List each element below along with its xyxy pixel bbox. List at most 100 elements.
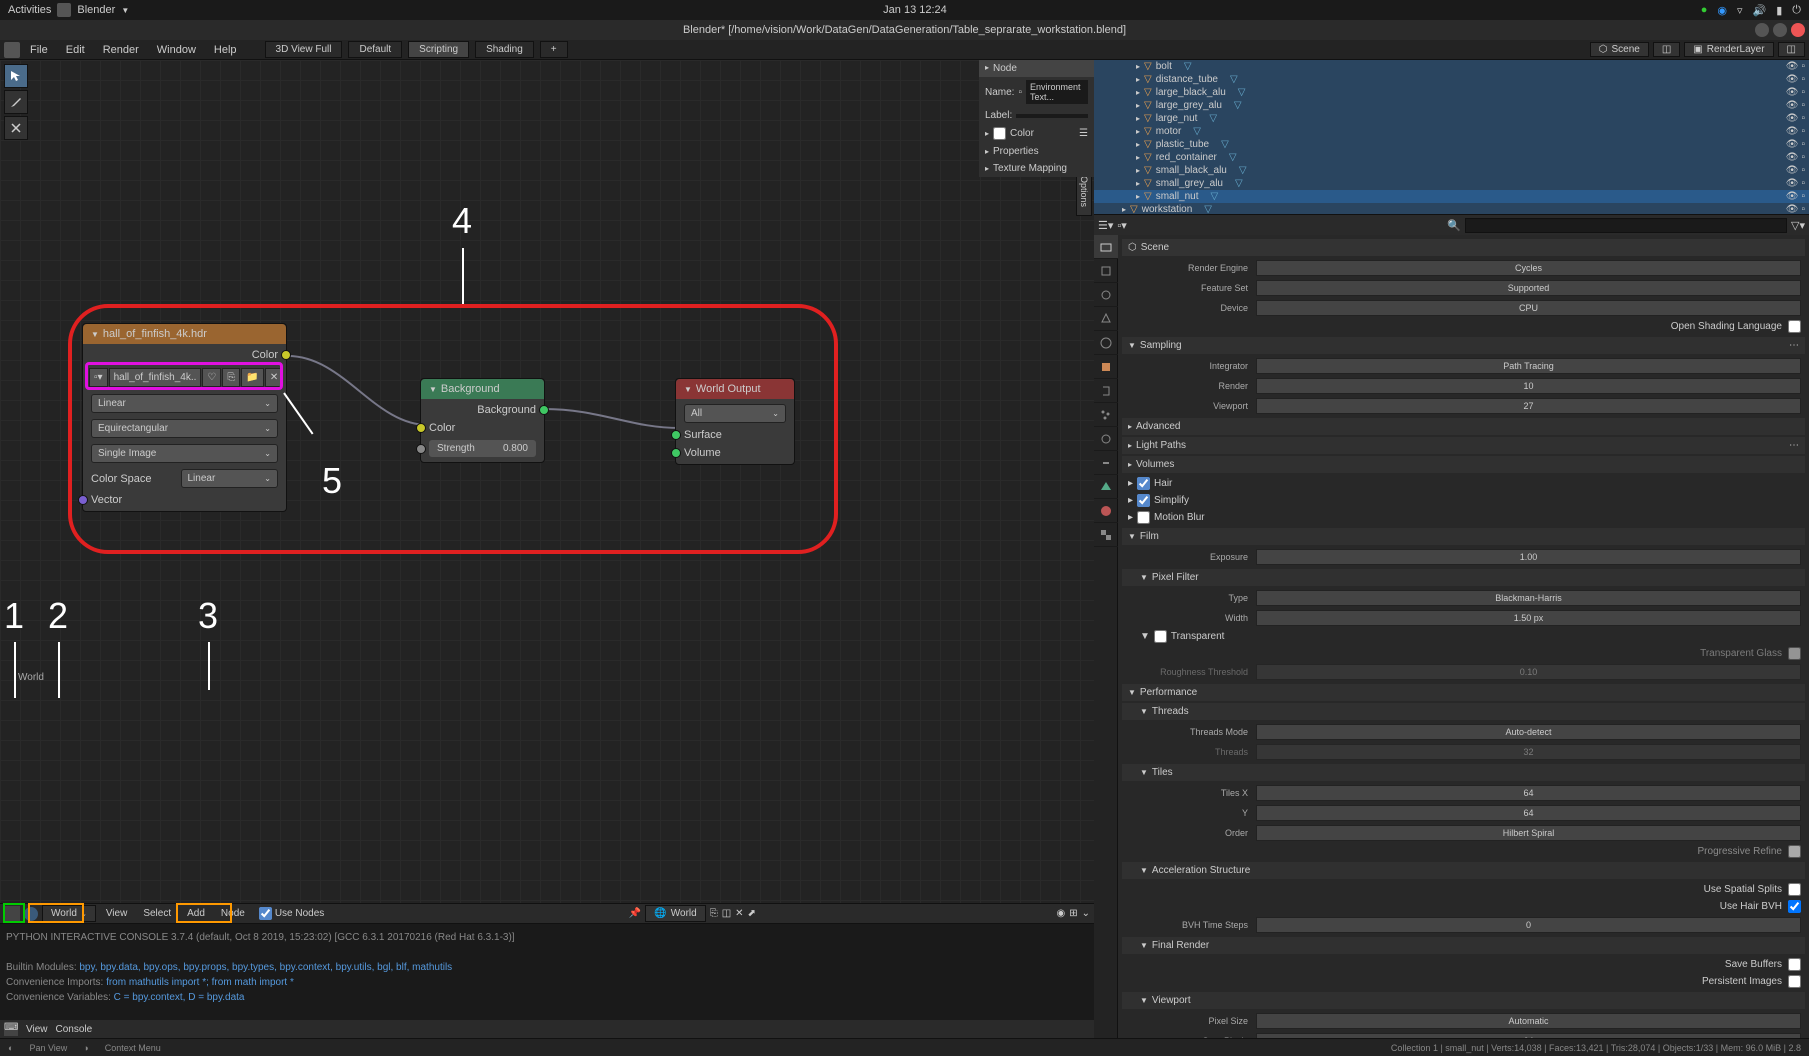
- section-viewport[interactable]: ▼Viewport: [1122, 992, 1805, 1009]
- scene-new[interactable]: ◫: [1653, 42, 1680, 57]
- os-time[interactable]: Jan 13 12:24: [883, 4, 947, 16]
- expand-icon[interactable]: ▸: [1136, 192, 1140, 201]
- power-icon[interactable]: ⏻: [1792, 4, 1801, 17]
- render-icon[interactable]: ▫: [1801, 178, 1805, 189]
- threads-field[interactable]: 32: [1256, 744, 1801, 760]
- render-samples-field[interactable]: 10: [1256, 378, 1801, 394]
- expand-icon[interactable]: ▸: [1136, 166, 1140, 175]
- console-type-icon[interactable]: ⌨: [4, 1022, 18, 1036]
- osl-checkbox[interactable]: [1788, 320, 1801, 333]
- tab-view-layer[interactable]: [1094, 283, 1118, 307]
- properties-content[interactable]: ⬡Scene Render EngineCycles Feature SetSu…: [1118, 235, 1809, 1038]
- layer-new[interactable]: ◫: [1778, 42, 1805, 57]
- outliner-row[interactable]: ▸ ▽ distance_tube ▽ 👁 ▫: [1094, 73, 1809, 86]
- python-console[interactable]: PYTHON INTERACTIVE CONSOLE 3.7.4 (defaul…: [0, 923, 1094, 1038]
- render-icon[interactable]: ▫: [1801, 204, 1805, 215]
- use-nodes-checkbox[interactable]: Use Nodes: [255, 905, 328, 922]
- options-icon[interactable]: ☰: [1079, 128, 1088, 139]
- scene-selector[interactable]: ⬡ Scene: [1590, 42, 1649, 57]
- battery-icon[interactable]: ▮: [1776, 4, 1782, 17]
- visibility-icon[interactable]: 👁: [1786, 126, 1799, 137]
- filter-type-dropdown[interactable]: Blackman-Harris: [1256, 590, 1801, 606]
- tab-data[interactable]: [1094, 475, 1118, 499]
- threads-mode-dropdown[interactable]: Auto-detect: [1256, 724, 1801, 740]
- prog-refine-checkbox[interactable]: [1788, 845, 1801, 858]
- parent-icon[interactable]: ⬈: [748, 908, 756, 919]
- overlay-icon[interactable]: ◉: [1056, 908, 1065, 919]
- simplify-checkbox[interactable]: [1137, 494, 1150, 507]
- pixel-size-dropdown[interactable]: Automatic: [1256, 1013, 1801, 1029]
- visibility-icon[interactable]: 👁: [1786, 204, 1799, 215]
- tab-default[interactable]: Default: [348, 41, 402, 58]
- node-world-output[interactable]: ▼ World Output All⌄ Surface Volume: [675, 378, 795, 465]
- network-icon[interactable]: ▿: [1737, 4, 1743, 17]
- render-icon[interactable]: ▫: [1801, 165, 1805, 176]
- section-performance[interactable]: ▼Performance: [1122, 684, 1805, 701]
- section-sampling[interactable]: ▼Sampling⋯: [1122, 337, 1805, 354]
- new-world-icon[interactable]: ⎘: [710, 908, 718, 919]
- tab-add[interactable]: +: [540, 41, 568, 58]
- exposure-field[interactable]: 1.00: [1256, 549, 1801, 565]
- expand-icon[interactable]: ▸: [1136, 101, 1140, 110]
- menu-edit[interactable]: Edit: [58, 42, 93, 58]
- integrator-dropdown[interactable]: Path Tracing: [1256, 358, 1801, 374]
- outliner-row[interactable]: ▸ ▽ small_nut ▽ 👁 ▫: [1094, 190, 1809, 203]
- node-header[interactable]: ▼ hall_of_finfish_4k.hdr: [83, 324, 286, 344]
- outliner-row[interactable]: ▸ ▽ workstation ▽ 👁 ▫: [1094, 203, 1809, 215]
- socket-vector-in[interactable]: [78, 495, 88, 505]
- filter-icon[interactable]: ▽▾: [1791, 219, 1805, 232]
- expand-icon[interactable]: ▸: [1136, 75, 1140, 84]
- colorspace-dropdown[interactable]: Linear⌄: [181, 469, 279, 488]
- tab-material[interactable]: [1094, 499, 1118, 523]
- viewport-samples-field[interactable]: 27: [1256, 398, 1801, 414]
- expand-icon[interactable]: ▸: [1136, 62, 1140, 71]
- section-threads[interactable]: ▼Threads: [1122, 703, 1805, 720]
- outliner-row[interactable]: ▸ ▽ large_black_alu ▽ 👁 ▫: [1094, 86, 1809, 99]
- visibility-icon[interactable]: 👁: [1786, 74, 1799, 85]
- collapse-icon[interactable]: ▼: [684, 385, 692, 394]
- persist-images-checkbox[interactable]: [1788, 975, 1801, 988]
- outliner-row[interactable]: ▸ ▽ small_grey_alu ▽ 👁 ▫: [1094, 177, 1809, 190]
- bvh-steps-field[interactable]: 0: [1256, 917, 1801, 933]
- spatial-splits-checkbox[interactable]: [1788, 883, 1801, 896]
- tab-texture[interactable]: [1094, 523, 1118, 547]
- status-dot-icon[interactable]: ●: [1701, 4, 1708, 16]
- outliner-row[interactable]: ▸ ▽ plastic_tube ▽ 👁 ▫: [1094, 138, 1809, 151]
- outliner-type-icon[interactable]: ☰▾: [1098, 219, 1113, 232]
- activities-label[interactable]: Activities: [8, 4, 51, 16]
- collapse-icon[interactable]: ▼: [429, 385, 437, 394]
- transparent-checkbox[interactable]: [1154, 630, 1167, 643]
- section-volumes[interactable]: ▸Volumes: [1122, 456, 1805, 473]
- visibility-icon[interactable]: 👁: [1786, 61, 1799, 72]
- visibility-icon[interactable]: 👁: [1786, 100, 1799, 111]
- outliner-row[interactable]: ▸ ▽ large_grey_alu ▽ 👁 ▫: [1094, 99, 1809, 112]
- outliner[interactable]: ▸ ▽ bolt ▽ 👁 ▫ ▸ ▽ distance_tube ▽ 👁 ▫ ▸…: [1094, 60, 1809, 215]
- unlink-world-icon[interactable]: ✕: [735, 908, 743, 919]
- visibility-icon[interactable]: 👁: [1786, 165, 1799, 176]
- outliner-row[interactable]: ▸ ▽ small_black_alu ▽ 👁 ▫: [1094, 164, 1809, 177]
- tab-modifiers[interactable]: [1094, 379, 1118, 403]
- pivot-icon[interactable]: ⌄: [1082, 908, 1090, 919]
- start-pixels-field[interactable]: 64: [1256, 1033, 1801, 1038]
- node-editor[interactable]: World ▸Node Name:▫Environment Text... La…: [0, 60, 1094, 903]
- color-checkbox[interactable]: [993, 127, 1006, 140]
- annotate-tool[interactable]: [4, 90, 28, 114]
- tab-particles[interactable]: [1094, 403, 1118, 427]
- section-light-paths[interactable]: ▸Light Paths⋯: [1122, 437, 1805, 454]
- ne-select[interactable]: Select: [137, 906, 177, 921]
- tab-world[interactable]: [1094, 331, 1118, 355]
- hair-checkbox[interactable]: [1137, 477, 1150, 490]
- expand-icon[interactable]: ▸: [1136, 140, 1140, 149]
- visibility-icon[interactable]: 👁: [1786, 87, 1799, 98]
- roughness-field[interactable]: 0.10: [1256, 664, 1801, 680]
- outliner-row[interactable]: ▸ ▽ bolt ▽ 👁 ▫: [1094, 60, 1809, 73]
- tab-scene[interactable]: [1094, 307, 1118, 331]
- options-icon[interactable]: ⋯: [1789, 340, 1799, 351]
- socket-color-in[interactable]: [416, 423, 426, 433]
- maximize-button[interactable]: [1773, 23, 1787, 37]
- tab-scripting[interactable]: Scripting: [408, 41, 469, 58]
- tab-physics[interactable]: [1094, 427, 1118, 451]
- hair-bvh-checkbox[interactable]: [1788, 900, 1801, 913]
- trans-glass-checkbox[interactable]: [1788, 647, 1801, 660]
- outliner-row[interactable]: ▸ ▽ motor ▽ 👁 ▫: [1094, 125, 1809, 138]
